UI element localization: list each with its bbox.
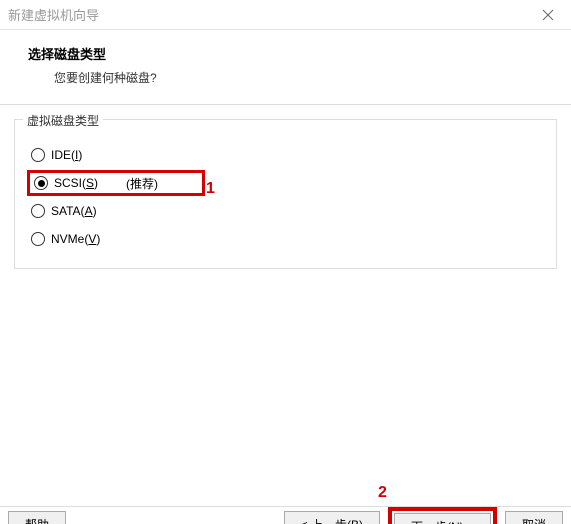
- radio-sata[interactable]: SATA(A): [27, 198, 544, 224]
- back-button[interactable]: < 上一步(B): [284, 511, 380, 524]
- radio-label-sata: SATA(A): [51, 204, 97, 218]
- content-area: 虚拟磁盘类型 IDE(I) SCSI(S) (推荐) SATA(A) NVMe(…: [0, 105, 571, 269]
- help-button[interactable]: 帮助: [8, 511, 66, 524]
- radio-nvme[interactable]: NVMe(V): [27, 226, 544, 252]
- radio-ide[interactable]: IDE(I): [27, 142, 544, 168]
- radio-label-scsi: SCSI(S): [54, 176, 98, 190]
- page-subtitle: 您要创建何种磁盘?: [28, 69, 543, 86]
- radio-icon: [31, 148, 45, 162]
- next-highlight: 下一步(N) >: [388, 507, 497, 524]
- close-button[interactable]: [533, 0, 563, 30]
- radio-scsi[interactable]: SCSI(S) (推荐): [27, 170, 205, 196]
- radio-label-ide: IDE(I): [51, 148, 82, 162]
- group-legend: 虚拟磁盘类型: [23, 112, 103, 129]
- radio-icon: [31, 232, 45, 246]
- radio-label-nvme: NVMe(V): [51, 232, 100, 246]
- wizard-header: 选择磁盘类型 您要创建何种磁盘?: [0, 30, 571, 104]
- recommended-label: (推荐): [126, 175, 158, 192]
- button-bar: 帮助 < 上一步(B) 下一步(N) > 取消: [0, 506, 571, 524]
- next-button[interactable]: 下一步(N) >: [394, 513, 491, 524]
- annotation-2: 2: [378, 484, 387, 502]
- titlebar: 新建虚拟机向导: [0, 0, 571, 30]
- window-title: 新建虚拟机向导: [8, 5, 533, 24]
- disk-type-group: 虚拟磁盘类型 IDE(I) SCSI(S) (推荐) SATA(A) NVMe(…: [14, 119, 557, 269]
- cancel-button[interactable]: 取消: [505, 511, 563, 524]
- radio-icon: [31, 204, 45, 218]
- annotation-1: 1: [206, 180, 215, 198]
- close-icon: [542, 9, 554, 21]
- page-title: 选择磁盘类型: [28, 44, 543, 63]
- radio-icon: [34, 176, 48, 190]
